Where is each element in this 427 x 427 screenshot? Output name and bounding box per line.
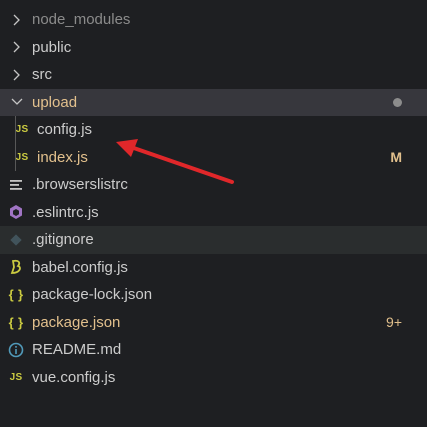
tree-item-package-json[interactable]: { } package.json 9+ <box>0 309 427 337</box>
tree-item-label: .gitignore <box>32 231 94 249</box>
tree-item-label: config.js <box>37 121 93 139</box>
tree-item-label: .eslintrc.js <box>32 203 99 221</box>
tree-item-label: upload <box>32 93 78 111</box>
eslint-icon <box>7 204 25 220</box>
js-icon: JS <box>9 371 23 383</box>
tree-item-vue-config-js[interactable]: JS vue.config.js <box>0 364 427 392</box>
indent-guide <box>15 143 16 171</box>
tree-item-label: vue.config.js <box>32 368 116 386</box>
tree-item-label: package-lock.json <box>32 286 153 304</box>
chevron-right-icon <box>10 13 24 27</box>
babel-icon <box>7 259 25 275</box>
problems-badge: 9+ <box>386 314 402 331</box>
tree-item-eslintrc-js[interactable]: .eslintrc.js <box>0 199 427 227</box>
git-icon <box>7 233 25 247</box>
tree-item-node-modules[interactable]: node_modules <box>0 6 427 34</box>
tree-item-babel-config-js[interactable]: babel.config.js <box>0 254 427 282</box>
tree-item-label: src <box>32 66 52 84</box>
tree-item-index-js[interactable]: JS index.js M <box>0 143 427 171</box>
chevron-right-icon <box>10 68 24 82</box>
braces-icon: { } <box>8 287 24 303</box>
tree-item-label: node_modules <box>32 11 131 29</box>
file-explorer-tree: node_modules public src upload JS config… <box>0 6 427 391</box>
tree-item-browserslistrc[interactable]: .browserslistrc <box>0 171 427 199</box>
tree-item-gitignore[interactable]: .gitignore <box>0 226 427 254</box>
tree-item-config-js[interactable]: JS config.js <box>0 116 427 144</box>
info-icon <box>7 342 25 358</box>
tree-item-public[interactable]: public <box>0 34 427 62</box>
tree-item-label: README.md <box>32 341 122 359</box>
tree-item-package-lock-json[interactable]: { } package-lock.json <box>0 281 427 309</box>
chevron-right-icon <box>10 40 24 54</box>
tree-item-label: index.js <box>37 148 88 166</box>
tree-item-label: package.json <box>32 313 121 331</box>
tree-item-readme-md[interactable]: README.md <box>0 336 427 364</box>
tree-item-label: babel.config.js <box>32 258 128 276</box>
tree-item-upload[interactable]: upload <box>0 88 427 116</box>
tree-item-label: public <box>32 38 72 56</box>
modified-dot-icon <box>393 98 402 108</box>
tree-item-src[interactable]: src <box>0 61 427 89</box>
git-modified-badge: M <box>390 149 402 166</box>
chevron-down-icon <box>10 95 24 109</box>
braces-icon: { } <box>8 314 24 330</box>
tree-item-label: .browserslistrc <box>32 176 128 194</box>
indent-guide <box>15 116 16 144</box>
lines-icon <box>7 179 25 191</box>
